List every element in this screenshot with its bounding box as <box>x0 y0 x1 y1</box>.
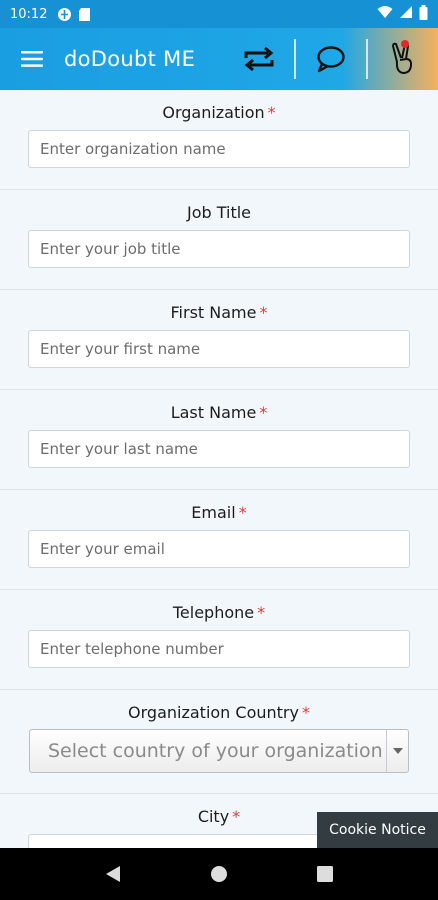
field-label: Organization Country * <box>128 703 310 722</box>
wifi-icon <box>377 5 393 23</box>
notification-dot <box>401 40 409 48</box>
chevron-down-icon <box>386 730 408 772</box>
status-bar: 10:12 <box>0 0 438 28</box>
field-label: Organization * <box>162 103 276 122</box>
chat-bubble-icon <box>317 46 345 73</box>
home-circle-icon <box>211 866 227 882</box>
data-saver-icon <box>57 7 72 22</box>
profile-button[interactable] <box>368 28 438 90</box>
home-button[interactable] <box>199 854 239 894</box>
battery-icon <box>419 4 428 24</box>
organization-field: Organization * Enter organization name <box>0 90 438 190</box>
first-name-input[interactable]: Enter your first name <box>28 330 410 368</box>
system-nav-bar <box>0 848 438 900</box>
required-marker: * <box>238 503 247 522</box>
menu-button[interactable] <box>0 28 64 90</box>
telephone-field: Telephone * Enter telephone number <box>0 590 438 690</box>
last-name-field: Last Name * Enter your last name <box>0 390 438 490</box>
job-title-field: Job Title Enter your job title <box>0 190 438 290</box>
field-label: Job Title <box>186 203 252 222</box>
required-marker: * <box>301 703 310 722</box>
status-time: 10:12 <box>10 6 48 22</box>
chat-button[interactable] <box>296 28 366 90</box>
required-marker: * <box>259 403 268 422</box>
sd-card-icon <box>78 7 93 22</box>
back-button[interactable] <box>93 854 133 894</box>
registration-form: Organization * Enter organization name Jo… <box>0 90 438 848</box>
recents-square-icon <box>317 866 333 882</box>
field-label: Email * <box>191 503 247 522</box>
organization-country-field: Organization Country * Select country of … <box>0 690 438 794</box>
organization-input[interactable]: Enter organization name <box>28 130 410 168</box>
field-label: First Name * <box>170 303 268 322</box>
recents-button[interactable] <box>305 854 345 894</box>
back-triangle-icon <box>106 866 120 882</box>
required-marker: * <box>259 303 268 322</box>
repeat-icon <box>244 46 274 72</box>
hamburger-icon <box>21 51 43 67</box>
email-input[interactable]: Enter your email <box>28 530 410 568</box>
telephone-input[interactable]: Enter telephone number <box>28 630 410 668</box>
required-marker: * <box>257 603 266 622</box>
country-select-value: Select country of your organization <box>48 740 383 762</box>
field-label: Last Name * <box>170 403 268 422</box>
required-marker: * <box>232 807 241 826</box>
first-name-field: First Name * Enter your first name <box>0 290 438 390</box>
app-bar: doDoubt ME <box>0 28 438 90</box>
required-marker: * <box>267 103 276 122</box>
job-title-input[interactable]: Enter your job title <box>28 230 410 268</box>
repeat-button[interactable] <box>224 28 294 90</box>
app-title: doDoubt ME <box>64 47 196 71</box>
signal-icon <box>399 5 413 23</box>
email-field: Email * Enter your email <box>0 490 438 590</box>
cookie-notice-button[interactable]: Cookie Notice <box>317 812 438 848</box>
last-name-input[interactable]: Enter your last name <box>28 430 410 468</box>
field-label: Telephone * <box>172 603 266 622</box>
country-select[interactable]: Select country of your organization <box>29 729 409 773</box>
